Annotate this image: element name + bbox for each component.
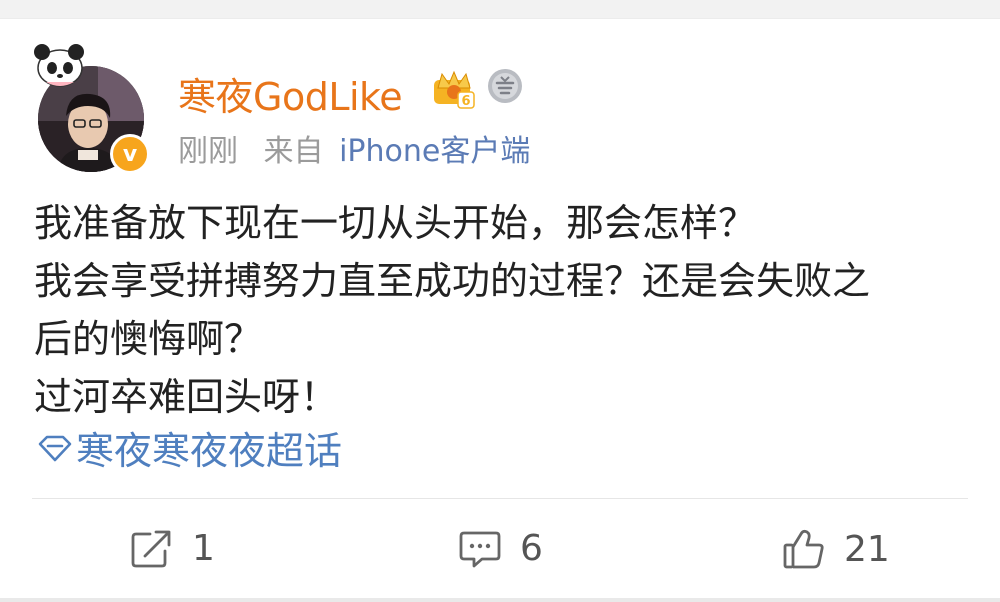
- like-button[interactable]: 21: [782, 528, 890, 570]
- like-count: 21: [844, 528, 890, 570]
- diamond-icon: [38, 435, 72, 461]
- repost-icon: [131, 530, 171, 567]
- source-prefix: 来自: [263, 134, 324, 169]
- username[interactable]: 寒夜GodLike: [178, 66, 403, 121]
- repost-count: 1: [192, 528, 215, 569]
- thumbs-up-icon: [783, 529, 824, 569]
- verified-v-icon: v: [110, 134, 150, 174]
- super-topic-link[interactable]: 寒夜寒夜夜超话: [36, 420, 342, 475]
- super-topic-label: 寒夜寒夜夜超话: [76, 429, 343, 473]
- level-badge-number: 6: [461, 94, 470, 109]
- action-divider: [32, 498, 968, 499]
- top-divider: [0, 18, 1000, 19]
- comment-count: 6: [520, 528, 543, 569]
- post-body-line: 我会享受拼搏努力直至成功的过程？还是会失败之: [34, 259, 871, 303]
- weibo-post-card: v 寒夜GodLike 6 刚刚 来自 iPhone客户端 我准备放下现在一切从…: [0, 18, 1000, 598]
- post-meta: 刚刚 来自 iPhone客户端: [178, 126, 530, 170]
- comment-button[interactable]: 6: [458, 528, 543, 569]
- comment-icon: [459, 531, 501, 567]
- repost-button[interactable]: 1: [130, 528, 215, 569]
- post-body: 我准备放下现在一切从头开始，那会怎样？ 我会享受拼搏努力直至成功的过程？还是会失…: [34, 194, 974, 426]
- panda-icon: [32, 42, 88, 90]
- post-body-line: 过河卒难回头呀！: [34, 375, 339, 419]
- answer-badge-icon[interactable]: [486, 67, 524, 105]
- avatar-container[interactable]: v: [32, 42, 152, 174]
- crown-badge-icon[interactable]: 6: [432, 66, 476, 110]
- post-body-line: 我准备放下现在一切从头开始，那会怎样？: [34, 201, 757, 245]
- post-time: 刚刚: [178, 134, 238, 169]
- source-link[interactable]: iPhone客户端: [339, 134, 530, 169]
- post-body-line: 后的懊悔啊？: [34, 317, 263, 361]
- bottom-edge: [0, 598, 1000, 602]
